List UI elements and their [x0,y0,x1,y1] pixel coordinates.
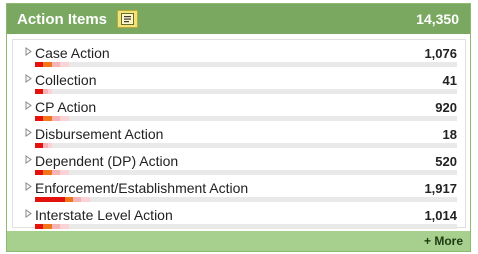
list-item-count: 1,076 [424,46,457,61]
list-item-label[interactable]: Interstate Level Action [35,207,173,223]
action-items-panel: Action Items 14,350 Case Action 1,076 Coll… [6,3,471,252]
list-item-count: 1,014 [424,208,457,223]
list-item[interactable]: CP Action 920 [13,94,465,121]
chevron-right-icon[interactable] [25,101,32,110]
list-item[interactable]: Disbursement Action 18 [13,121,465,148]
status-bar-segment [60,224,69,229]
list-item-count: 920 [435,100,457,115]
list-item-label[interactable]: Dependent (DP) Action [35,153,178,169]
chevron-right-icon[interactable] [25,47,32,56]
list-item-label[interactable]: CP Action [35,99,96,115]
chevron-right-icon[interactable] [25,209,32,218]
list-item[interactable]: Enforcement/Establishment Action 1,917 [13,175,465,202]
list-item[interactable]: Dependent (DP) Action 520 [13,148,465,175]
list-item-label[interactable]: Enforcement/Establishment Action [35,180,248,196]
panel-total: 14,350 [416,11,459,27]
status-bar-segment [35,224,44,229]
action-items-list: Case Action 1,076 Collection 41 CP Action 920… [12,39,466,229]
status-bar-segment [51,224,61,229]
list-item-count: 41 [442,73,457,88]
panel-title: Action Items [17,10,108,28]
list-item-label[interactable]: Collection [35,72,96,88]
chevron-right-icon[interactable] [25,128,32,137]
chevron-right-icon[interactable] [25,74,32,83]
list-item-count: 18 [442,127,457,142]
panel-footer: + More [7,231,470,251]
chevron-right-icon[interactable] [25,182,32,191]
more-link[interactable]: + More [424,234,463,248]
chevron-right-icon[interactable] [25,155,32,164]
list-item-count: 1,917 [424,181,457,196]
list-item-label[interactable]: Case Action [35,45,110,61]
list-item-label[interactable]: Disbursement Action [35,126,163,142]
list-item[interactable]: Case Action 1,076 [13,40,465,67]
status-bar [35,224,457,229]
list-icon[interactable] [117,10,139,28]
list-item[interactable]: Collection 41 [13,67,465,94]
list-item[interactable]: Interstate Level Action 1,014 [13,202,465,229]
list-item-count: 520 [435,154,457,169]
status-bar-segment [43,224,52,229]
panel-header: Action Items 14,350 [7,4,470,34]
